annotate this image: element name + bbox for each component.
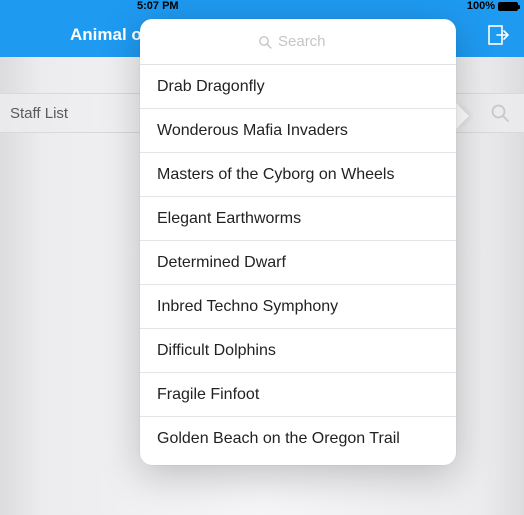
list-item[interactable]: Difficult Dolphins <box>140 329 456 373</box>
dropdown-popover: Drab Dragonfly Wonderous Mafia Invaders … <box>140 19 456 465</box>
list-item[interactable]: Golden Beach on the Oregon Trail <box>140 417 456 461</box>
exit-button[interactable] <box>488 25 510 45</box>
list-item[interactable]: Fragile Finfoot <box>140 373 456 417</box>
dropdown-list[interactable]: Drab Dragonfly Wonderous Mafia Invaders … <box>140 65 456 465</box>
list-item[interactable]: Inbred Techno Symphony <box>140 285 456 329</box>
search-field-wrap[interactable] <box>140 19 456 65</box>
search-input[interactable] <box>278 33 338 50</box>
list-item[interactable]: Elegant Earthworms <box>140 197 456 241</box>
app-root: 5:07 PM 100% Animal or Staff List <box>0 0 524 515</box>
nav-title: Animal or <box>0 25 148 45</box>
status-right: 100% <box>467 0 518 12</box>
list-item[interactable]: Masters of the Cyborg on Wheels <box>140 153 456 197</box>
status-time: 5:07 PM <box>137 0 179 12</box>
popover-arrow <box>456 103 469 129</box>
list-item[interactable]: Wonderous Mafia Invaders <box>140 109 456 153</box>
search-icon <box>258 35 272 49</box>
status-bar: 5:07 PM 100% <box>0 0 524 13</box>
battery-icon <box>498 2 518 11</box>
section-search-button[interactable] <box>490 103 510 123</box>
exit-icon <box>488 25 510 45</box>
section-label: Staff List <box>10 105 68 122</box>
list-item[interactable]: Drab Dragonfly <box>140 65 456 109</box>
list-item[interactable]: Determined Dwarf <box>140 241 456 285</box>
search-icon <box>490 103 510 123</box>
battery-percent: 100% <box>467 0 495 12</box>
